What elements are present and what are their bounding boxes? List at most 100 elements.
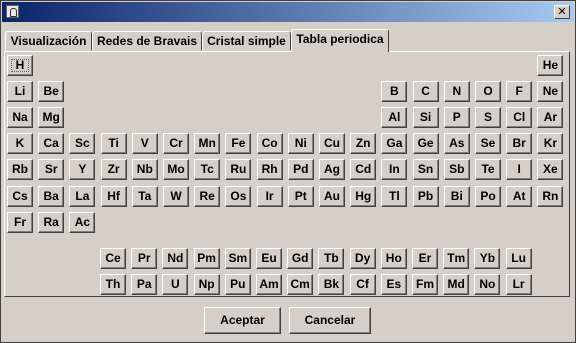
element-p-button[interactable]: P <box>443 107 470 129</box>
close-icon[interactable]: ✕ <box>554 5 570 19</box>
element-md-button[interactable]: Md <box>443 274 470 295</box>
element-pr-button[interactable]: Pr <box>131 248 158 269</box>
element-sb-button[interactable]: Sb <box>443 159 470 181</box>
element-s-button[interactable]: S <box>475 107 501 129</box>
element-am-button[interactable]: Am <box>256 274 282 295</box>
element-eu-button[interactable]: Eu <box>256 248 282 269</box>
element-cl-button[interactable]: Cl <box>506 107 533 129</box>
element-pt-button[interactable]: Pt <box>287 185 314 207</box>
element-i-button[interactable]: I <box>506 159 533 181</box>
element-al-button[interactable]: Al <box>381 107 408 129</box>
element-sc-button[interactable]: Sc <box>69 133 96 155</box>
element-bi-button[interactable]: Bi <box>443 185 470 207</box>
element-fr-button[interactable]: Fr <box>7 211 33 233</box>
element-zr-button[interactable]: Zr <box>100 159 127 181</box>
element-sn-button[interactable]: Sn <box>412 159 439 181</box>
element-sr-button[interactable]: Sr <box>38 159 65 181</box>
element-f-button[interactable]: F <box>506 81 533 103</box>
element-ge-button[interactable]: Ge <box>412 133 439 155</box>
element-no-button[interactable]: No <box>474 274 501 295</box>
element-hf-button[interactable]: Hf <box>100 185 127 207</box>
element-cd-button[interactable]: Cd <box>350 159 377 181</box>
element-yb-button[interactable]: Yb <box>474 248 501 269</box>
element-os-button[interactable]: Os <box>225 185 252 207</box>
element-zn-button[interactable]: Zn <box>350 133 377 155</box>
element-rb-button[interactable]: Rb <box>7 159 33 181</box>
element-c-button[interactable]: C <box>412 81 439 103</box>
cancel-button[interactable]: Cancelar <box>289 307 371 334</box>
element-be-button[interactable]: Be <box>38 81 65 103</box>
element-cf-button[interactable]: Cf <box>349 274 376 295</box>
element-ag-button[interactable]: Ag <box>319 159 345 181</box>
element-rn-button[interactable]: Rn <box>537 185 564 207</box>
element-pa-button[interactable]: Pa <box>131 274 158 295</box>
element-u-button[interactable]: U <box>162 274 189 295</box>
title-bar[interactable]: ✕ <box>2 2 574 22</box>
element-ne-button[interactable]: Ne <box>537 81 564 103</box>
element-ra-button[interactable]: Ra <box>38 211 65 233</box>
element-re-button[interactable]: Re <box>194 185 221 207</box>
element-ga-button[interactable]: Ga <box>381 133 408 155</box>
element-ar-button[interactable]: Ar <box>537 107 564 129</box>
element-cm-button[interactable]: Cm <box>287 274 314 295</box>
element-gd-button[interactable]: Gd <box>287 248 314 269</box>
element-la-button[interactable]: La <box>69 185 96 207</box>
element-k-button[interactable]: K <box>7 133 33 155</box>
element-as-button[interactable]: As <box>443 133 470 155</box>
element-co-button[interactable]: Co <box>256 133 283 155</box>
element-pu-button[interactable]: Pu <box>224 274 251 295</box>
element-n-button[interactable]: N <box>443 81 470 103</box>
element-w-button[interactable]: W <box>163 185 189 207</box>
element-tl-button[interactable]: Tl <box>381 185 408 207</box>
element-pm-button[interactable]: Pm <box>193 248 220 269</box>
element-mo-button[interactable]: Mo <box>163 159 189 181</box>
element-hg-button[interactable]: Hg <box>350 185 377 207</box>
element-b-button[interactable]: B <box>381 81 408 103</box>
element-nb-button[interactable]: Nb <box>131 159 158 181</box>
element-er-button[interactable]: Er <box>412 248 438 269</box>
element-cs-button[interactable]: Cs <box>7 185 33 207</box>
element-xe-button[interactable]: Xe <box>537 159 564 181</box>
element-te-button[interactable]: Te <box>475 159 501 181</box>
element-np-button[interactable]: Np <box>193 274 220 295</box>
element-fe-button[interactable]: Fe <box>225 133 252 155</box>
element-o-button[interactable]: O <box>475 81 501 103</box>
element-se-button[interactable]: Se <box>475 133 501 155</box>
element-li-button[interactable]: Li <box>7 81 33 103</box>
tab-redes-de-bravais[interactable]: Redes de Bravais <box>92 31 202 51</box>
element-he-button[interactable]: He <box>537 55 564 76</box>
element-po-button[interactable]: Po <box>475 185 501 207</box>
element-cr-button[interactable]: Cr <box>163 133 189 155</box>
element-es-button[interactable]: Es <box>380 274 407 295</box>
element-sm-button[interactable]: Sm <box>224 248 251 269</box>
element-y-button[interactable]: Y <box>69 159 96 181</box>
element-bk-button[interactable]: Bk <box>318 274 345 295</box>
tab-visualizacion[interactable]: Visualización <box>5 31 92 51</box>
element-tc-button[interactable]: Tc <box>194 159 221 181</box>
element-si-button[interactable]: Si <box>412 107 439 129</box>
element-tb-button[interactable]: Tb <box>318 248 345 269</box>
element-tm-button[interactable]: Tm <box>443 248 470 269</box>
element-kr-button[interactable]: Kr <box>537 133 564 155</box>
element-h-button[interactable]: H <box>7 55 33 76</box>
element-pd-button[interactable]: Pd <box>287 159 314 181</box>
element-nd-button[interactable]: Nd <box>162 248 189 269</box>
element-na-button[interactable]: Na <box>7 107 33 129</box>
element-at-button[interactable]: At <box>506 185 533 207</box>
element-rh-button[interactable]: Rh <box>256 159 283 181</box>
element-v-button[interactable]: V <box>131 133 158 155</box>
element-dy-button[interactable]: Dy <box>349 248 376 269</box>
element-ta-button[interactable]: Ta <box>131 185 158 207</box>
element-in-button[interactable]: In <box>381 159 408 181</box>
element-ir-button[interactable]: Ir <box>256 185 283 207</box>
element-cu-button[interactable]: Cu <box>319 133 345 155</box>
element-fm-button[interactable]: Fm <box>412 274 438 295</box>
element-ca-button[interactable]: Ca <box>38 133 65 155</box>
element-ba-button[interactable]: Ba <box>38 185 65 207</box>
element-lu-button[interactable]: Lu <box>505 248 532 269</box>
element-ce-button[interactable]: Ce <box>100 248 126 269</box>
element-ho-button[interactable]: Ho <box>380 248 407 269</box>
element-au-button[interactable]: Au <box>319 185 345 207</box>
element-ni-button[interactable]: Ni <box>287 133 314 155</box>
element-ru-button[interactable]: Ru <box>225 159 252 181</box>
